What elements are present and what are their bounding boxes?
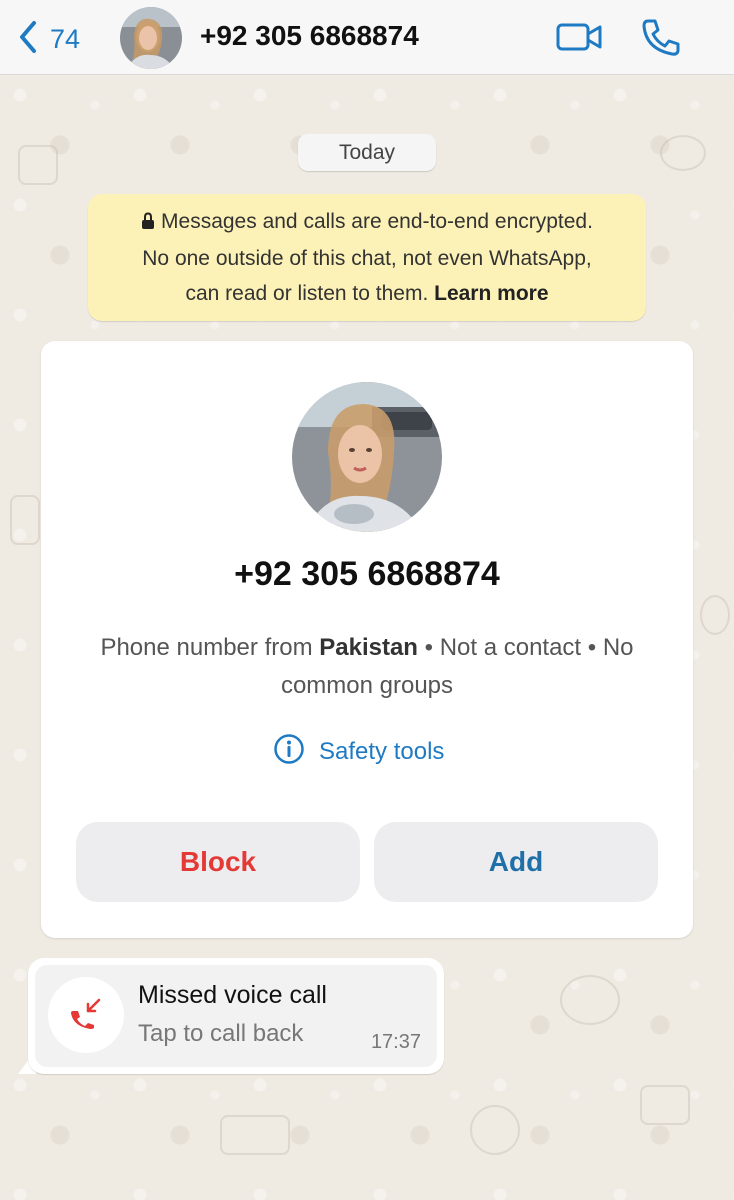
learn-more-link[interactable]: Learn more	[434, 282, 548, 305]
safety-tools-link[interactable]: Safety tools	[273, 733, 444, 770]
chevron-left-icon	[18, 20, 38, 59]
contact-avatar[interactable]	[120, 7, 182, 69]
video-call-button[interactable]	[555, 20, 603, 59]
info-icon	[273, 733, 305, 770]
missed-call-icon	[69, 997, 103, 1034]
encryption-line-3: can read or listen to them. Learn more	[88, 276, 646, 311]
phone-icon	[640, 19, 682, 61]
encryption-text-3: can read or listen to them.	[185, 282, 429, 305]
doodle-shape	[660, 135, 706, 171]
contact-details: Phone number from Pakistan • Not a conta…	[65, 629, 669, 705]
doodle-shape	[18, 145, 58, 185]
voice-call-button[interactable]	[640, 17, 682, 62]
missed-call-subtitle: Tap to call back	[138, 1020, 304, 1047]
contact-profile-photo[interactable]	[292, 382, 442, 532]
contact-phone-number: +92 305 6868874	[234, 555, 500, 593]
missed-call-message: Missed voice call Tap to call back 17:37	[28, 958, 444, 1074]
country-name: Pakistan	[319, 634, 418, 661]
message-timestamp: 17:37	[370, 1031, 421, 1053]
encryption-notice[interactable]: Messages and calls are end-to-end encryp…	[88, 194, 646, 321]
encryption-line-1: Messages and calls are end-to-end encryp…	[88, 204, 646, 241]
details-prefix: Phone number from	[100, 634, 320, 661]
doodle-shape	[700, 595, 730, 635]
date-separator: Today	[298, 134, 436, 171]
doodle-shape	[470, 1105, 520, 1155]
encryption-text-1: Messages and calls are end-to-end encryp…	[161, 210, 593, 233]
add-contact-button[interactable]: Add	[374, 822, 658, 902]
doodle-shape	[640, 1085, 690, 1125]
block-button[interactable]: Block	[76, 822, 360, 902]
back-button[interactable]: 74	[18, 20, 80, 59]
lock-icon	[141, 206, 155, 241]
doodle-shape	[560, 975, 620, 1025]
unread-count: 74	[50, 24, 81, 54]
call-back-button[interactable]: Missed voice call Tap to call back 17:37	[35, 965, 437, 1067]
safety-tools-label: Safety tools	[319, 737, 445, 765]
doodle-shape	[10, 495, 40, 545]
doodle-shape	[220, 1115, 290, 1155]
unknown-contact-card: +92 305 6868874 Phone number from Pakist…	[41, 341, 693, 938]
video-camera-icon	[555, 23, 603, 58]
encryption-line-2: No one outside of this chat, not even Wh…	[142, 247, 592, 270]
chat-header: 74 +92 305 6868874	[0, 0, 734, 75]
contact-name[interactable]: +92 305 6868874	[200, 20, 419, 52]
missed-call-icon-circle	[48, 977, 124, 1053]
missed-call-title: Missed voice call	[138, 981, 327, 1009]
